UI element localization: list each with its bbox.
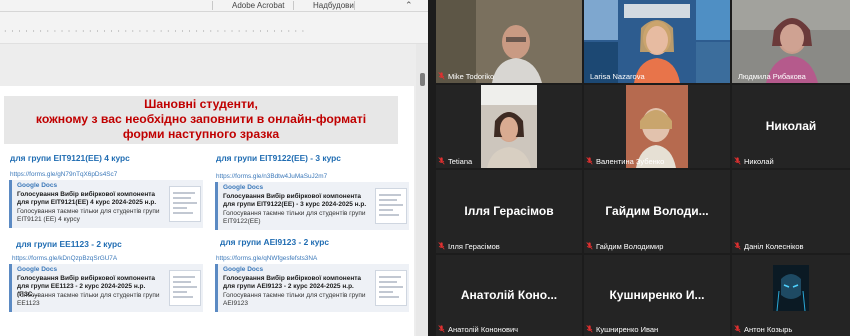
participant-name: Анатолій Кононович bbox=[448, 325, 519, 334]
participant-name: Антон Козырь bbox=[744, 325, 793, 334]
mic-off-icon bbox=[438, 72, 445, 80]
participant-tile[interactable]: Tetiana bbox=[436, 85, 582, 168]
form-thumbnail bbox=[169, 270, 201, 306]
participant-name: Гайдим Володимир bbox=[596, 242, 664, 251]
card-description: Голосування таємне тільки для студентів … bbox=[17, 292, 160, 307]
participant-tile[interactable]: Николай Николай bbox=[732, 85, 850, 168]
ribbon-tab-add-ins[interactable]: Надбудови bbox=[313, 0, 354, 11]
group-label: для групи ЕІТ9121(ЕЕ) 4 курс bbox=[10, 153, 130, 163]
participant-tile[interactable]: Антон Козырь bbox=[732, 255, 850, 336]
card-site: Google Docs bbox=[17, 182, 58, 189]
form-link[interactable]: https://forms.gle/gN79nTqX6pDs4Sc7 bbox=[10, 171, 117, 178]
mic-off-icon bbox=[734, 325, 741, 333]
card-title: Голосування Вибір вибіркової компонента … bbox=[223, 193, 367, 208]
video-gallery: Mike Todoriko Larisa Nazarova Людмила Ри… bbox=[428, 0, 850, 336]
participant-video bbox=[436, 85, 582, 168]
participant-video bbox=[584, 0, 730, 83]
participant-tile[interactable]: Larisa Nazarova bbox=[584, 0, 730, 83]
participant-tile-active[interactable]: Людмила Рибакова bbox=[732, 0, 850, 83]
mic-off-icon bbox=[734, 157, 741, 165]
header-line-2: кожному з вас необхідно заповнити в онла… bbox=[35, 112, 367, 126]
card-description: Голосування таємне тільки для студентів … bbox=[17, 208, 160, 223]
participant-avatar bbox=[732, 255, 850, 336]
header-line-3: форми наступного зразка bbox=[122, 127, 280, 141]
card-site: Google Docs bbox=[223, 184, 264, 191]
participant-tile[interactable]: Mike Todoriko bbox=[436, 0, 582, 83]
participant-tile[interactable]: Кушниренко И... Кушниренко Иван bbox=[584, 255, 730, 336]
participant-name: Ілля Герасімов bbox=[448, 242, 500, 251]
card-title: Голосування Вибір вибіркової компонента … bbox=[17, 191, 157, 206]
participant-tile[interactable]: Валентина Зубенко bbox=[584, 85, 730, 168]
participant-display-name: Анатолій Коно... bbox=[460, 287, 558, 302]
header-line-1: Шановні студенти, bbox=[144, 97, 258, 111]
form-link[interactable]: https://forms.gle/kDnQzpBzqSrGU7A bbox=[12, 255, 117, 262]
participant-video bbox=[584, 85, 730, 168]
participant-display-name: Николай bbox=[765, 118, 817, 133]
participant-display-name: Кушниренко И... bbox=[609, 287, 705, 302]
mic-off-icon bbox=[586, 157, 593, 165]
mic-off-icon bbox=[734, 242, 741, 250]
chevron-up-icon[interactable]: ⌃ bbox=[405, 0, 413, 11]
group-label: для групи АЕІ9123 - 2 курс bbox=[220, 237, 330, 247]
card-description: Голосування таємне тільки для студентів … bbox=[223, 292, 366, 307]
scrollbar-thumb[interactable] bbox=[420, 73, 425, 86]
form-thumbnail bbox=[375, 270, 407, 306]
participant-name: Даніл Колеснiков bbox=[744, 242, 804, 251]
form-thumbnail bbox=[169, 186, 201, 222]
ribbon-tab-adobe-acrobat[interactable]: Adobe Acrobat bbox=[232, 0, 284, 11]
participant-tile[interactable]: Гайдим Володи... Гайдим Володимир bbox=[584, 170, 730, 253]
link-preview-card[interactable]: Google Docs Голосування Вибір вибіркової… bbox=[215, 264, 409, 312]
card-site: Google Docs bbox=[17, 266, 58, 273]
form-link[interactable]: https://forms.gle/n3Bdtw4JuMaSuJ2m7 bbox=[216, 173, 327, 180]
mic-off-icon bbox=[586, 325, 593, 333]
participant-tile[interactable]: Даніл Колеснiков bbox=[732, 170, 850, 253]
participant-name: Tetiana bbox=[448, 157, 473, 166]
mic-off-icon bbox=[438, 325, 445, 333]
form-thumbnail bbox=[375, 188, 407, 224]
participant-name: Кушниренко Иван bbox=[596, 325, 659, 334]
participant-tile[interactable]: Ілля Герасімов Ілля Герасімов bbox=[436, 170, 582, 253]
card-title: Голосування Вибір вибіркової компонента … bbox=[223, 275, 362, 290]
participant-video bbox=[436, 0, 582, 83]
vertical-scrollbar[interactable] bbox=[416, 44, 428, 336]
ruler: · · · · · · · · · · · · · · · · · · · · … bbox=[0, 12, 428, 44]
group-label: для групи ЕІТ9122(ЕЕ) - 3 курс bbox=[216, 153, 341, 163]
form-link[interactable]: https://forms.gle/qNWfgesfefsts3NA bbox=[216, 255, 317, 262]
card-site: Google Docs bbox=[223, 266, 264, 273]
participant-name: Валентина Зубенко bbox=[596, 157, 665, 166]
link-preview-card[interactable]: Google Docs Голосування Вибір вибіркової… bbox=[9, 264, 203, 312]
participant-display-name: Гайдим Володи... bbox=[605, 203, 709, 218]
participant-name: Larisa Nazarova bbox=[590, 72, 645, 81]
link-preview-card[interactable]: Google Docs Голосування Вибір вибіркової… bbox=[215, 182, 409, 230]
participant-name: Mike Todoriko bbox=[448, 72, 495, 81]
mic-off-icon bbox=[438, 242, 445, 250]
participant-name: Николай bbox=[744, 157, 774, 166]
shared-document: Adobe Acrobat Надбудови ⌃ · · · · · · · … bbox=[0, 0, 428, 336]
participant-display-name: Ілля Герасімов bbox=[464, 203, 554, 218]
notice-header: Шановні студенти, кожному з вас необхідн… bbox=[4, 96, 398, 144]
link-preview-card[interactable]: Google Docs Голосування Вибір вибіркової… bbox=[9, 180, 203, 228]
participant-video bbox=[732, 0, 850, 83]
participant-tile[interactable]: Анатолій Коно... Анатолій Кононович bbox=[436, 255, 582, 336]
group-label: для групи ЕЕ1123 - 2 курс bbox=[16, 239, 122, 249]
participant-name: Людмила Рибакова bbox=[738, 72, 806, 81]
ribbon-bar: Adobe Acrobat Надбудови ⌃ bbox=[0, 0, 428, 12]
mic-off-icon bbox=[586, 242, 593, 250]
mic-off-icon bbox=[438, 157, 445, 165]
card-description: Голосування таємне тільки для студентів … bbox=[223, 210, 366, 225]
